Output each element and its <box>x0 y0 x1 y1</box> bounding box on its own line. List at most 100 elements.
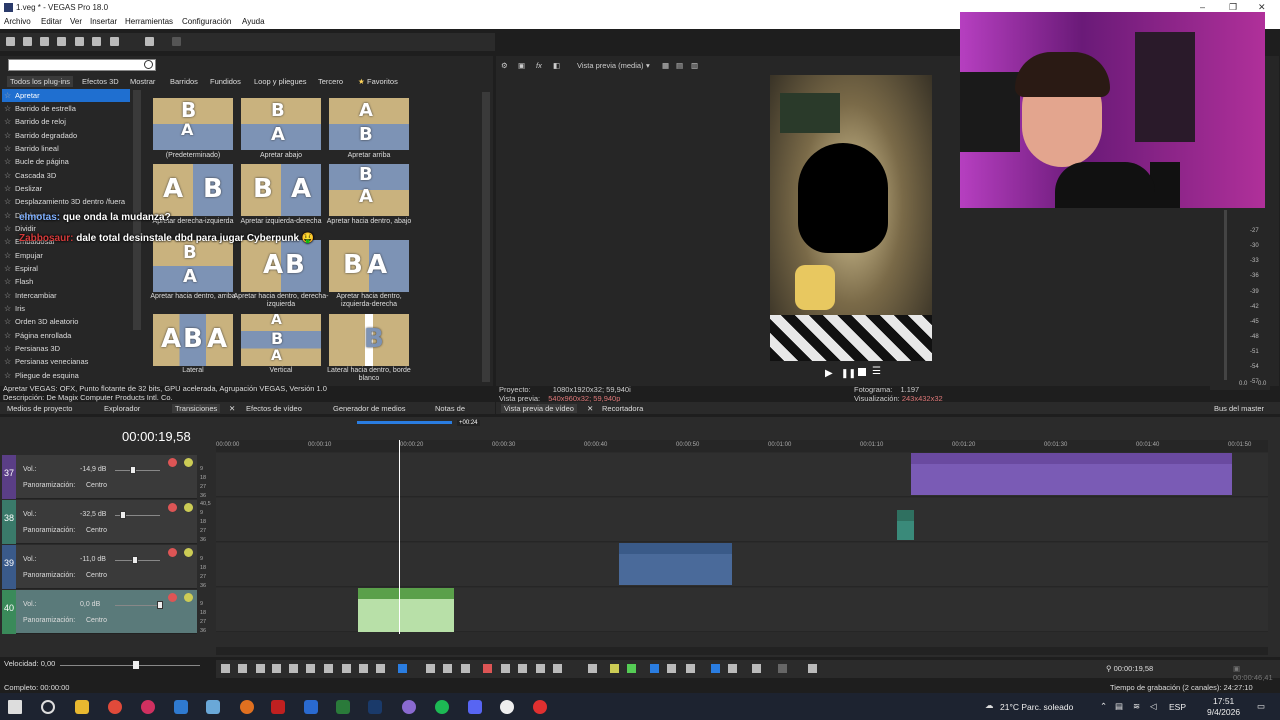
app-icon[interactable] <box>533 700 547 714</box>
delete-icon[interactable] <box>483 664 492 673</box>
device-icon[interactable]: ▣ <box>518 61 525 70</box>
tab-favoritos[interactable]: Favoritos <box>367 77 398 86</box>
close-icon[interactable]: ✕ <box>229 404 235 413</box>
tab-explorador[interactable]: Explorador <box>104 404 140 413</box>
track-header[interactable]: 40 Vol.: 0,0 dB Panoramización: Centro <box>2 590 197 634</box>
snap-icon[interactable] <box>650 664 659 673</box>
go-end-icon[interactable] <box>342 664 351 673</box>
tab-efectos-3d[interactable]: Efectos 3D <box>82 77 119 86</box>
list-item[interactable]: Desplazamiento 3D dentro /fuera <box>2 195 130 208</box>
menu-configuracion[interactable]: Configuración <box>182 17 231 26</box>
track-header[interactable]: 37 Vol.: -14,9 dB Panoramización: Centro <box>2 455 197 499</box>
tab-notas[interactable]: Notas de <box>435 404 465 413</box>
list-item[interactable]: Cascada 3D <box>2 169 130 182</box>
loop-icon[interactable] <box>238 664 247 673</box>
save-as-icon[interactable] <box>57 37 66 46</box>
trim-icon[interactable] <box>501 664 510 673</box>
solo-icon[interactable] <box>184 593 193 602</box>
spotify-icon[interactable] <box>435 700 449 714</box>
normalize-icon[interactable] <box>752 664 761 673</box>
vegas-icon[interactable] <box>368 700 382 714</box>
properties-icon[interactable] <box>92 37 101 46</box>
trim-start-icon[interactable] <box>518 664 527 673</box>
audio-clip[interactable]: Guitar Hero III_ Legend... <box>619 543 732 585</box>
list-item[interactable]: Espiral <box>2 262 130 275</box>
preset-thumb[interactable]: ABA <box>153 314 233 366</box>
split-screen-icon[interactable]: ◧ <box>553 61 560 70</box>
list-item[interactable]: Bucle de página <box>2 155 130 168</box>
motion-tracking-icon[interactable] <box>808 664 817 673</box>
vol-slider[interactable] <box>115 605 160 606</box>
volume-icon[interactable]: ◁ <box>1150 701 1157 712</box>
play-from-start-icon[interactable] <box>256 664 265 673</box>
list-item[interactable]: Orden 3D aleatorio <box>2 315 130 328</box>
preset-thumb[interactable]: BA <box>329 240 409 292</box>
speed-slider[interactable] <box>60 665 200 666</box>
preview-quality-select[interactable]: Vista previa (media) <box>577 61 644 70</box>
tab-vista-previa[interactable]: Vista previa de vídeo <box>501 404 577 413</box>
solo-icon[interactable] <box>184 458 193 467</box>
notifications-icon[interactable]: ▭ <box>1257 701 1265 712</box>
mute-icon[interactable] <box>168 503 177 512</box>
list-item[interactable]: Flash <box>2 275 130 288</box>
list-item[interactable]: Barrido degradado <box>2 129 130 142</box>
solo-icon[interactable] <box>184 503 193 512</box>
list-item[interactable]: Barrido de estrella <box>2 102 130 115</box>
language[interactable]: ESP <box>1169 702 1186 712</box>
vol-knob[interactable] <box>132 556 138 564</box>
open-folder-icon[interactable] <box>23 37 32 46</box>
mute-icon[interactable] <box>168 458 177 467</box>
preset-thumb[interactable]: BA <box>241 164 321 216</box>
edit-tool-icon[interactable] <box>398 664 407 673</box>
ripple-icon[interactable] <box>667 664 676 673</box>
windows-start-icon[interactable] <box>8 700 22 714</box>
list-item[interactable]: Persianas venecianas <box>2 355 130 368</box>
preset-thumb[interactable]: BA <box>329 164 409 216</box>
preset-thumb[interactable]: BA <box>241 98 321 150</box>
render-icon[interactable] <box>75 37 84 46</box>
pycharm-icon[interactable] <box>336 700 350 714</box>
record-icon[interactable] <box>221 664 230 673</box>
track-lane[interactable]: Call It Fate, Call It Karma 4 Call It Fa… <box>216 453 1268 497</box>
tab-mostrar[interactable]: Mostrar <box>130 77 155 86</box>
play-icon[interactable] <box>272 664 281 673</box>
menu-icon[interactable]: ☰ <box>872 366 881 377</box>
menu-archivo[interactable]: Archivo <box>4 17 31 26</box>
file-explorer-icon[interactable] <box>75 700 89 714</box>
track-lane[interactable]: Guitar Hero III_ Legend... <box>216 543 1268 587</box>
preset-thumb[interactable]: ABA <box>241 314 321 366</box>
tab-bus-master[interactable]: Bus del master <box>1214 404 1264 413</box>
lock-envelopes-icon[interactable] <box>711 664 720 673</box>
zoom-tool-icon[interactable] <box>461 664 470 673</box>
track-lane[interactable] <box>216 498 1268 542</box>
wifi-icon[interactable]: ≋ <box>1133 701 1140 712</box>
list-item[interactable]: Intercambiar <box>2 289 130 302</box>
menu-ver[interactable]: Ver <box>70 17 82 26</box>
tab-fundidos[interactable]: Fundidos <box>210 77 241 86</box>
mute-icon[interactable] <box>168 593 177 602</box>
video-app-icon[interactable] <box>271 700 285 714</box>
envelope-tool-icon[interactable] <box>426 664 435 673</box>
copy-snapshot-icon[interactable]: ▤ <box>676 61 683 70</box>
list-item[interactable]: Apretar <box>2 89 130 102</box>
time-ruler[interactable]: 00:00:00 00:00:10 00:00:20 00:00:30 00:0… <box>216 440 1268 452</box>
tab-tercero[interactable]: Tercero <box>318 77 343 86</box>
network-icon[interactable]: ▤ <box>1115 701 1123 712</box>
vol-slider[interactable] <box>115 470 160 471</box>
pause-icon[interactable] <box>289 664 298 673</box>
speed-knob[interactable] <box>133 661 139 669</box>
tab-barridos[interactable]: Barridos <box>170 77 198 86</box>
list-item[interactable]: Pliegue de esquina <box>2 369 130 382</box>
app-icon[interactable] <box>402 700 416 714</box>
stop-icon[interactable] <box>858 368 866 376</box>
discord-icon[interactable] <box>468 700 482 714</box>
pause-icon[interactable]: ❚❚ <box>841 368 856 379</box>
preset-thumb[interactable]: BA <box>153 98 233 150</box>
next-frame-icon[interactable] <box>376 664 385 673</box>
settings-icon[interactable]: ⚙ <box>501 61 508 70</box>
playhead[interactable] <box>399 440 400 634</box>
fx-icon[interactable]: fx <box>536 61 542 70</box>
menu-insertar[interactable]: Insertar <box>90 17 117 26</box>
list-scrollbar[interactable] <box>133 90 141 330</box>
list-item[interactable]: Iris <box>2 302 130 315</box>
